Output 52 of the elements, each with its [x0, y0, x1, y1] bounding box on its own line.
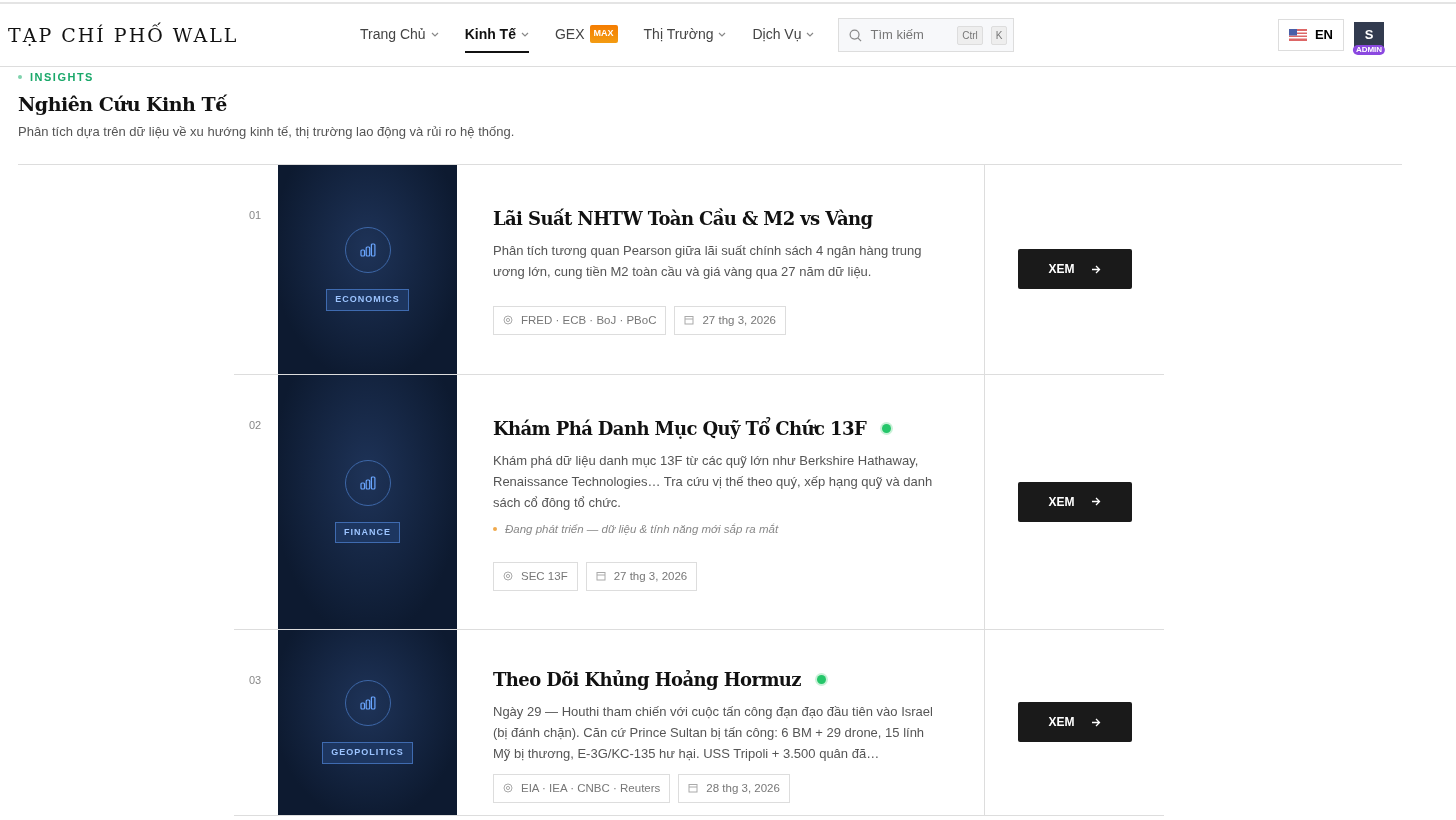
plan-badge: MAX — [589, 25, 618, 43]
date-tag: 27 thg 3, 2026 — [585, 561, 698, 591]
shortcut-key: Ctrl — [957, 25, 983, 45]
category-tag: ECONOMICS — [326, 289, 409, 311]
arrow-right-icon — [1090, 717, 1101, 727]
calendar-icon — [684, 315, 695, 326]
source-tag: EIA · IEA · CNBC · Reuters — [493, 773, 671, 803]
item-number: 02 — [248, 417, 263, 433]
flag-icon — [1288, 29, 1307, 41]
item-number: 01 — [248, 207, 263, 223]
view-button[interactable]: XEM — [1017, 249, 1132, 289]
view-button[interactable]: XEM — [1017, 481, 1132, 522]
article-title: Khám Phá Danh Mục Quỹ Tổ Chức 13F — [493, 416, 867, 441]
view-button[interactable]: XEM — [1017, 702, 1132, 742]
article-description: Phân tích tương quan Pearson giữa lãi suất chính sách 4 ngân hàng trung ương lớn, cung tiền M2 toàn cầu và giá vàng qua 27 năm dữ liệu. — [493, 241, 923, 281]
article-description: Ngày 29 — Houthi tham chiến với cuộc tấn công đạn đạo đầu tiên vào Israel (bị đánh chặn). Căn cứ Prince Sultan bị tấn công: 6 BM + 29 drone, 15 lính Mỹ bị thương, E-3G/KC-135 hư hại. USS Tripoli + 3.500 quân đã… — [493, 702, 934, 763]
role-badge: ADMIN — [1352, 45, 1386, 55]
language-button[interactable]: EN — [1277, 19, 1344, 51]
circle-icon — [503, 315, 513, 326]
article-title: Theo Dõi Khủng Hoảng Hormuz — [493, 667, 801, 692]
circle-icon — [503, 571, 513, 582]
arrow-right-icon — [1090, 497, 1101, 506]
search-field[interactable]: Tìm kiếm Ctrl K — [838, 18, 1015, 52]
section-title: Nghiên Cứu Kinh Tế — [18, 91, 228, 117]
nav-link[interactable]: Kinh Tế — [464, 17, 529, 53]
search-icon — [849, 28, 863, 42]
nav-link[interactable]: Thị Trường — [643, 17, 727, 53]
category-tag: FINANCE — [335, 521, 400, 544]
date-tag: 27 thg 3, 2026 — [674, 305, 786, 335]
nav-link[interactable]: GEX MAX — [554, 17, 618, 53]
article-title: Lãi Suất NHTW Toàn Cầu & M2 vs Vàng — [493, 206, 873, 231]
item-number: 03 — [248, 672, 263, 688]
user-avatar[interactable]: S — [1354, 22, 1384, 48]
section-subtitle: Phân tích dựa trên dữ liệu về xu hướng kinh tế, thị trường lao động và rủi ro hệ thống. — [18, 123, 516, 141]
calendar-icon — [595, 571, 606, 582]
section-eyebrow: INSIGHTS — [30, 70, 94, 85]
nav-link[interactable]: Trang Chủ — [360, 17, 439, 53]
development-note: Đang phát triển — dữ liệu & tính năng mới sắp ra mắt — [505, 521, 779, 537]
site-logo[interactable]: TẠP CHÍ PHỐ WALL — [8, 20, 360, 50]
status-dot — [18, 75, 22, 80]
calendar-icon — [688, 783, 699, 794]
source-tag: FRED · ECB · BoJ · PBoC — [493, 305, 667, 335]
source-tag: SEC 13F — [493, 561, 578, 591]
nav-link[interactable]: Dịch Vụ — [752, 17, 815, 53]
article-description: Khám phá dữ liệu danh mục 13F từ các quỹ lớn như Berkshire Hathaway, Renaissance Technologies… Tra cứu vị thế theo quý, xếp hạng quỹ và danh sách cổ đông tổ chức. — [493, 451, 934, 512]
date-tag: 28 thg 3, 2026 — [678, 773, 790, 803]
category-tag: GEOPOLITICS — [322, 742, 413, 764]
search-placeholder: Tìm kiếm — [870, 26, 925, 45]
status-dot — [493, 527, 497, 532]
arrow-right-icon — [1090, 264, 1101, 274]
circle-icon — [503, 783, 513, 794]
shortcut-key: K — [990, 25, 1008, 45]
